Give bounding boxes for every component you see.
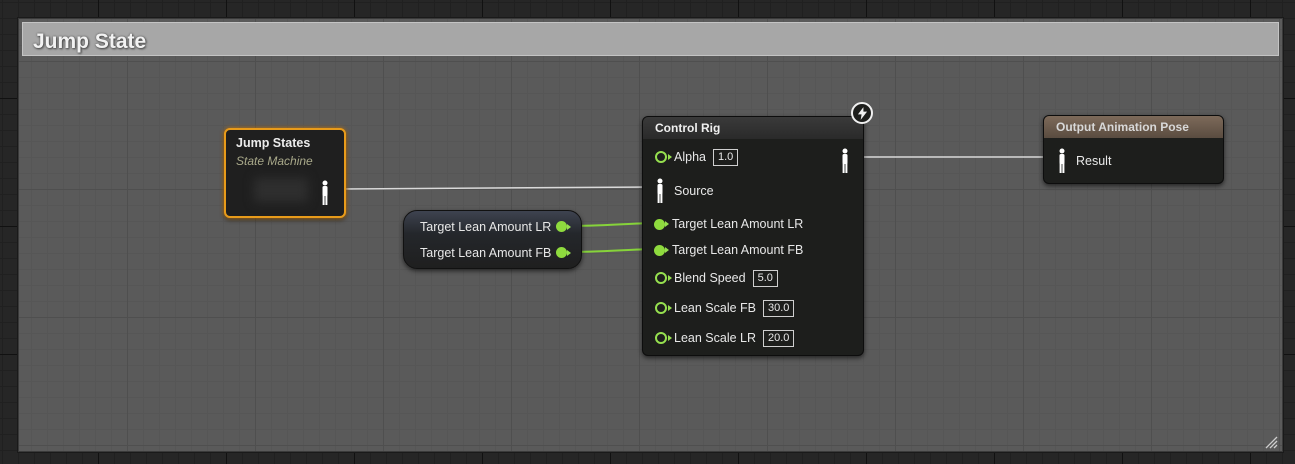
comment-title: Jump State <box>33 30 147 53</box>
float-input-pin-icon[interactable] <box>655 272 667 284</box>
output-pose-title: Output Animation Pose <box>1056 120 1189 134</box>
pin-source[interactable]: Source <box>655 178 714 204</box>
pin-label-source: Source <box>674 184 714 198</box>
pin-label-target-lean-fb: Target Lean Amount FB <box>672 243 804 257</box>
float-output-pin-icon[interactable] <box>556 247 567 258</box>
pin-label-blend-speed: Blend Speed <box>674 271 746 285</box>
pin-target-lean-lr[interactable]: Target Lean Amount LR <box>654 214 803 234</box>
lean-scale-fb-value-field[interactable]: 30.0 <box>763 299 795 317</box>
blend-speed-value-field[interactable]: 5.0 <box>752 269 778 287</box>
output-pose-header[interactable]: Output Animation Pose <box>1044 116 1223 138</box>
alpha-value-field[interactable]: 1.0 <box>712 148 739 166</box>
state-machine-preview <box>254 178 308 202</box>
resize-grip-icon[interactable] <box>1264 435 1278 449</box>
float-input-pin-icon[interactable] <box>654 218 665 230</box>
pin-target-lean-fb[interactable]: Target Lean Amount FB <box>654 240 803 260</box>
lightning-glyph <box>857 106 867 120</box>
variable-label-fb: Target Lean Amount FB <box>420 246 552 260</box>
variable-row-lr[interactable]: Target Lean Amount LR <box>420 217 580 237</box>
float-output-pin-icon[interactable] <box>556 221 567 232</box>
lightning-icon <box>851 102 873 124</box>
float-input-pin-icon[interactable] <box>655 151 667 163</box>
pin-lean-scale-lr[interactable]: Lean Scale LR 20.0 <box>655 328 795 348</box>
variables-node[interactable]: Target Lean Amount LR Target Lean Amount… <box>403 210 582 269</box>
pin-label-target-lean-lr: Target Lean Amount LR <box>672 217 804 231</box>
control-rig-header[interactable]: Control Rig <box>643 117 863 139</box>
output-pose-node[interactable]: Output Animation Pose Result <box>1043 115 1224 184</box>
lean-scale-lr-value-field[interactable]: 20.0 <box>763 329 795 347</box>
pin-label-lean-scale-fb: Lean Scale FB <box>674 301 756 315</box>
control-rig-title: Control Rig <box>655 121 721 135</box>
pin-label-result: Result <box>1076 154 1112 168</box>
pin-alpha[interactable]: Alpha 1.0 <box>655 147 739 167</box>
control-rig-node[interactable]: Control Rig Alpha 1.0 Source Target Lean… <box>642 116 864 356</box>
float-input-pin-icon[interactable] <box>654 244 665 256</box>
pin-lean-scale-fb[interactable]: Lean Scale FB 30.0 <box>655 298 795 318</box>
variable-label-lr: Target Lean Amount LR <box>420 220 552 234</box>
pin-result[interactable]: Result <box>1057 148 1111 174</box>
pose-output-pin-icon[interactable] <box>840 148 850 174</box>
pin-label-lean-scale-lr: Lean Scale LR <box>674 331 757 345</box>
state-machine-subtitle: State Machine <box>236 154 313 168</box>
pin-label-alpha: Alpha <box>674 150 706 164</box>
state-machine-node[interactable]: Jump States State Machine <box>224 128 346 218</box>
pin-blend-speed[interactable]: Blend Speed 5.0 <box>655 268 778 288</box>
variable-row-fb[interactable]: Target Lean Amount FB <box>420 243 580 263</box>
float-input-pin-icon[interactable] <box>655 302 667 314</box>
comment-header[interactable]: Jump State <box>22 22 1279 56</box>
pose-input-pin-icon[interactable] <box>1057 148 1067 174</box>
state-machine-title: Jump States <box>236 136 311 150</box>
pose-output-pin-icon[interactable] <box>320 180 330 206</box>
float-input-pin-icon[interactable] <box>655 332 667 344</box>
pose-input-pin-icon[interactable] <box>655 178 665 204</box>
